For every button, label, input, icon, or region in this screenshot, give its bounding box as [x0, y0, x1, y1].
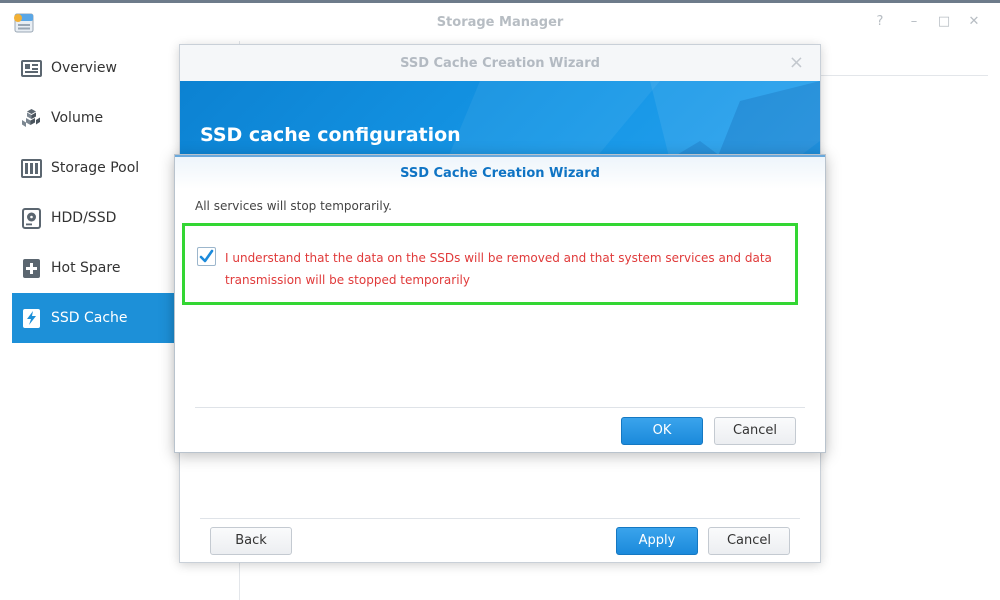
wizard-title: SSD Cache Creation Wizard [400, 56, 600, 71]
sidebar-item-volume[interactable]: Volume [12, 93, 175, 143]
agreement-text[interactable]: I understand that the data on the SSDs w… [225, 247, 790, 291]
storage-manager-window: Storage Manager ? – □ ✕ Overview Volume … [0, 0, 1000, 600]
close-icon[interactable]: ✕ [966, 14, 982, 30]
sidebar-item-overview[interactable]: Overview [12, 43, 175, 93]
wizard-footer-divider [200, 518, 800, 519]
agreement-highlight: I understand that the data on the SSDs w… [182, 223, 798, 305]
main-header-divider [820, 75, 988, 76]
sidebar-item-label: Storage Pool [51, 160, 140, 176]
sidebar-item-label: HDD/SSD [51, 210, 117, 226]
dialog-footer-divider [195, 407, 805, 408]
dialog-cancel-button[interactable]: Cancel [714, 417, 796, 445]
sidebar-item-label: Volume [51, 110, 104, 126]
sidebar-item-label: SSD Cache [51, 310, 128, 326]
volume-icon [22, 108, 40, 127]
window-titlebar[interactable]: Storage Manager ? – □ ✕ [0, 6, 1000, 41]
ok-button[interactable]: OK [621, 417, 703, 445]
apply-button[interactable]: Apply [616, 527, 698, 555]
sidebar-item-hdd-ssd[interactable]: HDD/SSD [12, 193, 175, 243]
sidebar-item-label: Hot Spare [51, 260, 121, 276]
sidebar-item-ssd-cache[interactable]: SSD Cache [12, 293, 175, 343]
sidebar-item-hot-spare[interactable]: Hot Spare [12, 243, 175, 293]
dialog-title: SSD Cache Creation Wizard [400, 166, 600, 181]
checkmark-icon [199, 249, 214, 263]
hot-spare-icon [23, 258, 40, 278]
minimize-icon[interactable]: – [906, 14, 922, 30]
sidebar: Overview Volume Storage Pool HDD/SSD Hot… [0, 41, 175, 600]
help-icon[interactable]: ? [872, 14, 888, 30]
maximize-icon[interactable]: □ [936, 14, 952, 30]
ssd-cache-icon [23, 308, 40, 328]
wizard-titlebar[interactable]: SSD Cache Creation Wizard × [180, 45, 820, 81]
wizard-close-icon[interactable]: × [789, 52, 804, 73]
sidebar-item-storage-pool[interactable]: Storage Pool [12, 143, 175, 193]
sidebar-item-label: Overview [51, 60, 117, 76]
storage-pool-icon [21, 158, 42, 178]
agreement-checkbox[interactable] [197, 247, 216, 266]
window-title: Storage Manager [436, 15, 564, 30]
wizard-cancel-button[interactable]: Cancel [708, 527, 790, 555]
confirmation-dialog: SSD Cache Creation Wizard All services w… [174, 154, 826, 453]
dialog-message: All services will stop temporarily. [195, 199, 392, 213]
back-button[interactable]: Back [210, 527, 292, 555]
wizard-step-title: SSD cache configuration [200, 124, 461, 146]
hdd-icon [22, 207, 41, 229]
overview-icon [21, 59, 42, 77]
dialog-titlebar[interactable]: SSD Cache Creation Wizard [175, 155, 825, 189]
